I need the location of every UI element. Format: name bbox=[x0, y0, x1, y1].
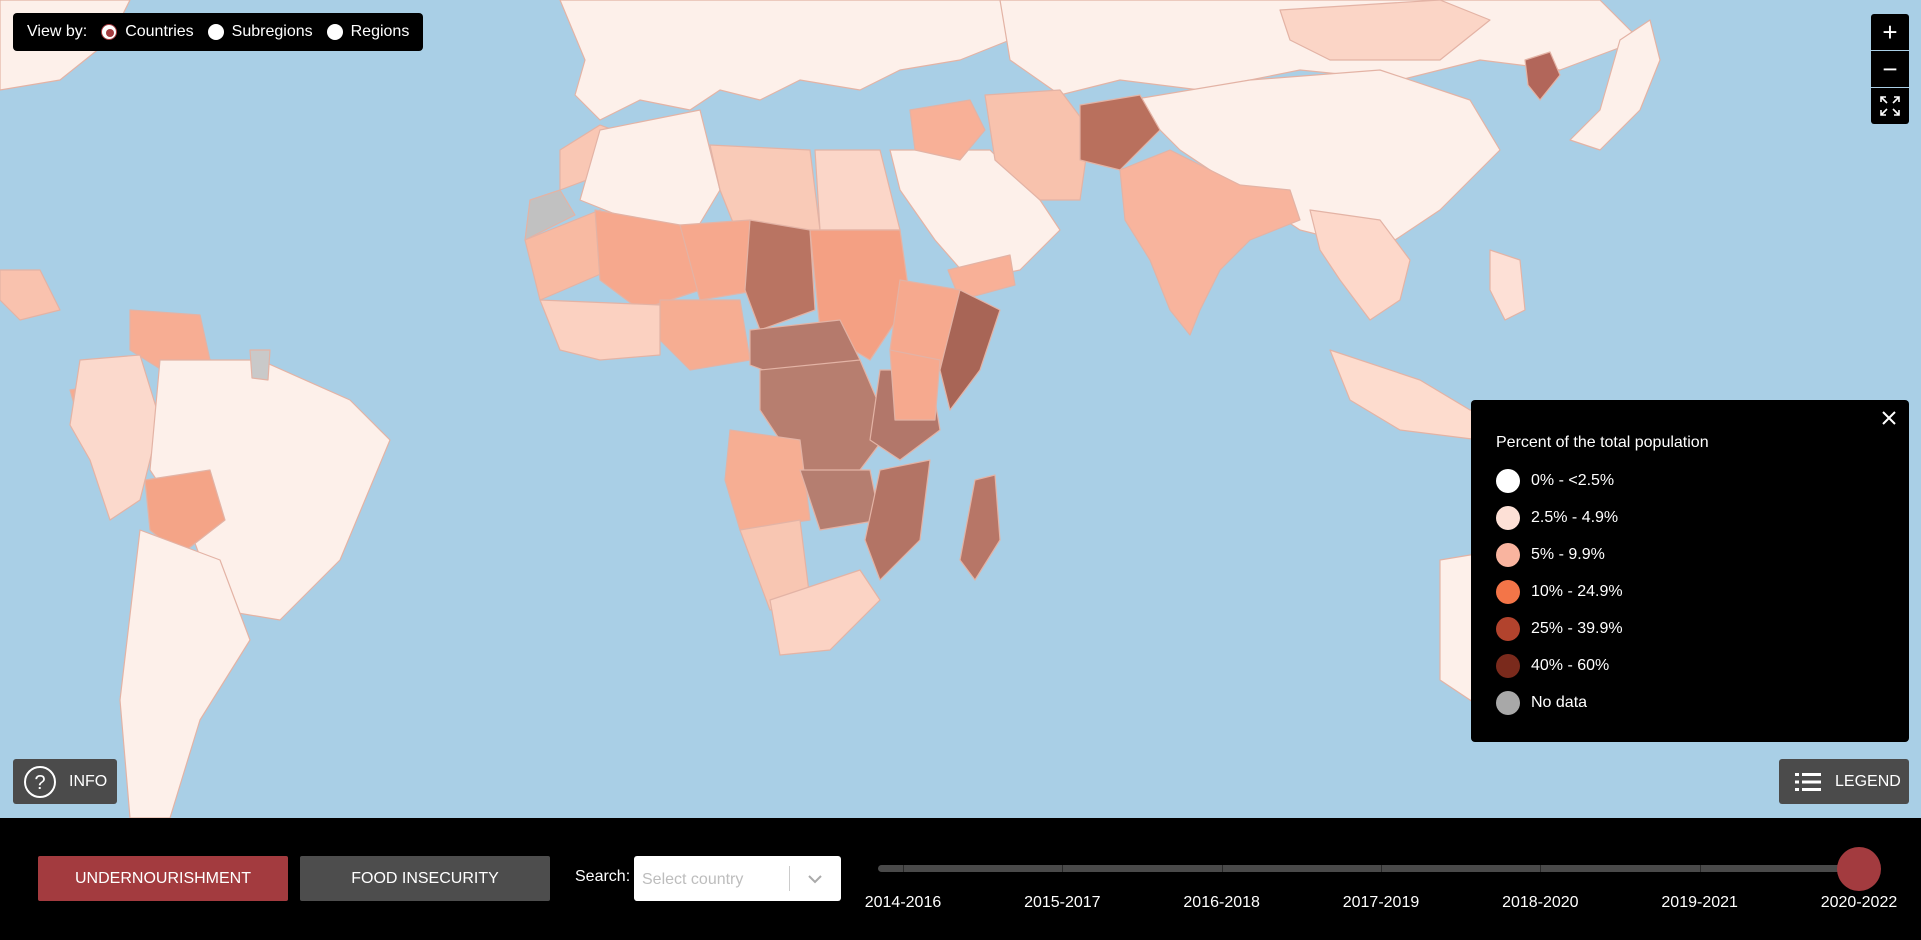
legend-item: 5% - 9.9% bbox=[1496, 536, 1909, 573]
legend-swatch bbox=[1496, 690, 1520, 715]
radio-dot-subregions[interactable] bbox=[207, 24, 224, 40]
timeline-tick[interactable] bbox=[903, 865, 904, 872]
legend-swatch bbox=[1496, 616, 1520, 641]
timeline-track[interactable] bbox=[878, 865, 1862, 872]
question-icon: ? bbox=[24, 765, 56, 798]
zoom-in-icon: + bbox=[1882, 16, 1898, 47]
legend-panel: Percent of the total population 0% - <2.… bbox=[1471, 400, 1909, 742]
list-icon bbox=[1795, 772, 1821, 791]
legend-item: 25% - 39.9% bbox=[1496, 610, 1909, 647]
radio-subregions[interactable]: Subregions bbox=[207, 23, 313, 41]
country-suriname[interactable] bbox=[249, 349, 271, 381]
search-divider bbox=[789, 866, 790, 891]
radio-label-regions: Regions bbox=[350, 23, 410, 40]
country-egypt[interactable] bbox=[814, 149, 901, 231]
radio-regions[interactable]: Regions bbox=[326, 23, 410, 41]
radio-label-countries: Countries bbox=[125, 23, 194, 40]
timeline-tick[interactable] bbox=[1699, 865, 1701, 872]
zoom-out-icon: − bbox=[1882, 53, 1898, 84]
legend-item: No data bbox=[1496, 684, 1909, 721]
tab-food-insecurity[interactable]: FOOD INSECURITY bbox=[300, 856, 550, 901]
timeline-tick[interactable] bbox=[1221, 865, 1223, 872]
legend-swatch bbox=[1496, 468, 1520, 493]
timeline-tick[interactable] bbox=[1062, 865, 1064, 872]
radio-dot-countries[interactable] bbox=[101, 24, 118, 40]
legend-title: Percent of the total population bbox=[1496, 434, 1709, 451]
bottom-toolbar: UNDERNOURISHMENT FOOD INSECURITY Search:… bbox=[0, 818, 1921, 940]
timeline-label[interactable]: 2016-2018 bbox=[1162, 894, 1282, 912]
legend-item-label: No data bbox=[1531, 693, 1588, 711]
timeline-thumb[interactable] bbox=[1837, 847, 1881, 891]
search-label: Search: bbox=[575, 868, 631, 885]
tab-undernourishment[interactable]: UNDERNOURISHMENT bbox=[38, 856, 288, 901]
legend-item-label: 0% - <2.5% bbox=[1531, 471, 1615, 489]
legend-item: 10% - 24.9% bbox=[1496, 573, 1909, 610]
timeline-label[interactable]: 2020-2022 bbox=[1799, 894, 1919, 912]
radio-dot-regions[interactable] bbox=[326, 24, 343, 40]
legend-swatch bbox=[1496, 505, 1520, 530]
info-label: INFO bbox=[69, 772, 108, 790]
legend-item: 2.5% - 4.9% bbox=[1496, 499, 1909, 536]
legend-item-label: 5% - 9.9% bbox=[1531, 545, 1605, 563]
timeline-tick[interactable] bbox=[1381, 865, 1382, 872]
timeline-label[interactable]: 2017-2019 bbox=[1321, 894, 1441, 912]
chevron-down-icon[interactable] bbox=[805, 869, 825, 889]
country-angola[interactable] bbox=[724, 429, 811, 531]
zoom-in-button[interactable]: + bbox=[1871, 14, 1909, 50]
country-central-america[interactable] bbox=[0, 269, 61, 321]
zoom-out-button[interactable]: − bbox=[1871, 51, 1909, 87]
fullscreen-icon bbox=[1880, 96, 1900, 116]
country-gulf-of-guinea[interactable] bbox=[539, 299, 661, 361]
legend-item-label: 25% - 39.9% bbox=[1531, 619, 1623, 637]
legend-item: 40% - 60% bbox=[1496, 647, 1909, 684]
country-kenya[interactable] bbox=[889, 349, 941, 421]
view-by-label: View by: bbox=[27, 23, 88, 40]
search-input[interactable] bbox=[634, 856, 794, 903]
country-search[interactable] bbox=[634, 856, 841, 903]
timeline-tick[interactable] bbox=[1540, 865, 1542, 872]
radio-countries[interactable]: Countries bbox=[101, 23, 194, 41]
timeline-label[interactable]: 2014-2016 bbox=[843, 894, 963, 912]
legend-swatch bbox=[1496, 542, 1520, 567]
country-europe[interactable] bbox=[559, 0, 1011, 121]
legend-button-label: LEGEND bbox=[1835, 772, 1901, 790]
timeline-label[interactable]: 2019-2021 bbox=[1640, 894, 1760, 912]
timeline-label[interactable]: 2015-2017 bbox=[1002, 894, 1122, 912]
legend-item-label: 40% - 60% bbox=[1531, 656, 1610, 674]
fullscreen-button[interactable] bbox=[1871, 88, 1909, 124]
legend-item-label: 2.5% - 4.9% bbox=[1531, 508, 1619, 526]
info-button[interactable]: ? INFO bbox=[13, 759, 117, 804]
svg-text:?: ? bbox=[34, 772, 45, 794]
legend-button[interactable]: LEGEND bbox=[1779, 759, 1909, 804]
legend-item: 0% - <2.5% bbox=[1496, 462, 1909, 499]
country-chad[interactable] bbox=[744, 219, 816, 331]
timeline-label[interactable]: 2018-2020 bbox=[1480, 894, 1600, 912]
legend-item-label: 10% - 24.9% bbox=[1531, 582, 1623, 600]
country-nigeria[interactable] bbox=[659, 299, 751, 371]
radio-label-subregions: Subregions bbox=[231, 23, 313, 40]
legend-swatch bbox=[1496, 579, 1520, 604]
close-icon[interactable] bbox=[1879, 408, 1899, 428]
legend-swatch bbox=[1496, 653, 1520, 678]
country-madagascar[interactable] bbox=[959, 474, 1001, 581]
country-zambia[interactable] bbox=[799, 469, 881, 531]
view-by-panel: View by: Countries Subregions Regions bbox=[13, 13, 424, 51]
country-mozambique[interactable] bbox=[864, 459, 931, 581]
country-philippines[interactable] bbox=[1489, 249, 1526, 321]
